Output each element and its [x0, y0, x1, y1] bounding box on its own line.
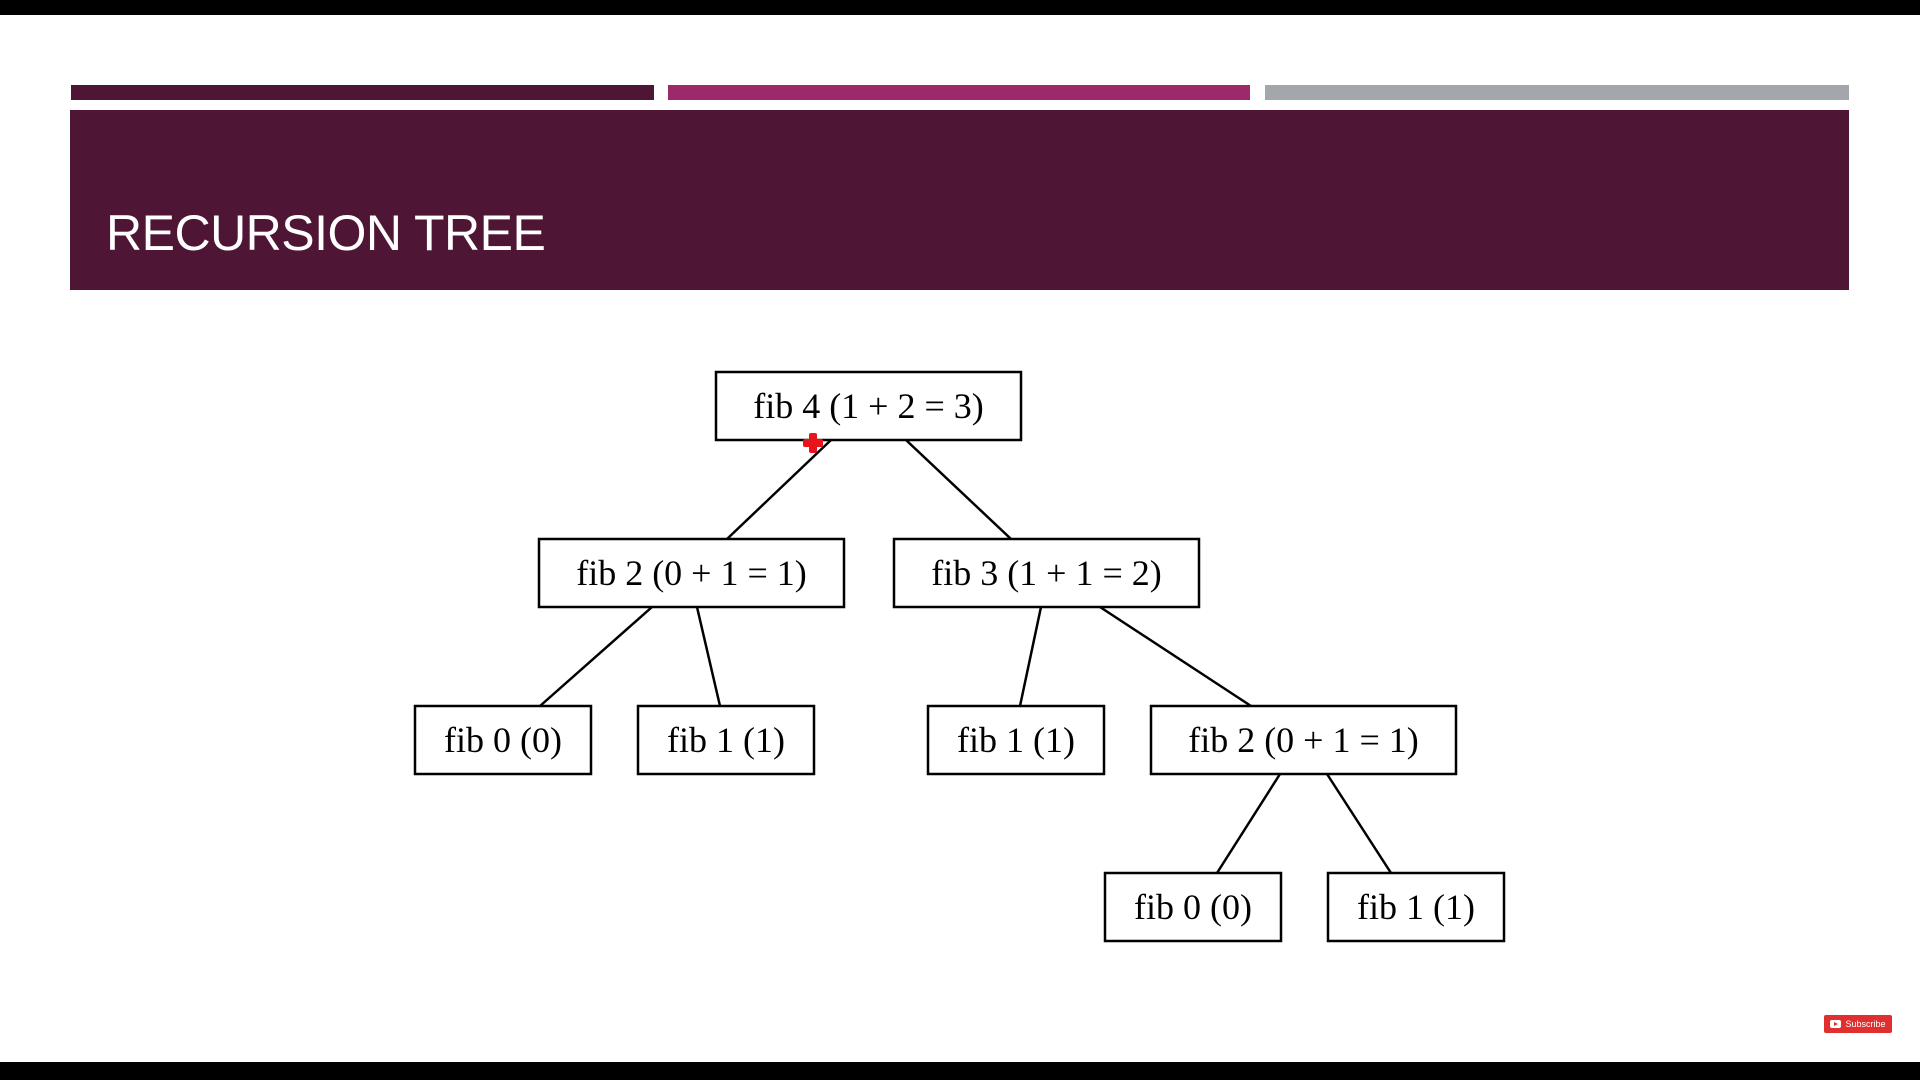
tree-node: fib 1 (1) — [1326, 871, 1506, 943]
tree-edge — [695, 606, 722, 707]
tree-node: fib 2 (0 + 1 = 1) — [537, 537, 846, 609]
tree-node-label: fib 1 (1) — [957, 720, 1075, 760]
recursion-tree-diagram: fib 4 (1 + 2 = 3) fib 2 (0 + 1 = 1) fib 3 … — [413, 370, 1506, 943]
tree-node: fib 0 (0) — [413, 704, 593, 776]
tree-edge — [1215, 773, 1282, 874]
tree-node-label: fib 3 (1 + 1 = 2) — [931, 553, 1162, 593]
tree-node: fib 3 (1 + 1 = 2) — [892, 537, 1201, 609]
tree-edge — [1325, 773, 1393, 874]
tree-node: fib 0 (0) — [1103, 871, 1283, 943]
tree-node-label: fib 1 (1) — [667, 720, 785, 760]
tree-edge — [905, 439, 1012, 540]
subscribe-label: Subscribe — [1845, 1019, 1886, 1029]
tree-node-label: fib 2 (0 + 1 = 1) — [1188, 720, 1419, 760]
subscribe-button[interactable]: Subscribe — [1824, 1015, 1892, 1033]
tree-nodes: fib 4 (1 + 2 = 3) fib 2 (0 + 1 = 1) fib 3 … — [413, 370, 1506, 943]
tree-node-label: fib 0 (0) — [1134, 887, 1252, 927]
tree-node-label: fib 0 (0) — [444, 720, 562, 760]
tree-edge — [1099, 605, 1252, 708]
tree-edge — [539, 606, 653, 707]
tree-node: fib 4 (1 + 2 = 3) — [714, 370, 1023, 442]
tree-node-label: fib 4 (1 + 2 = 3) — [753, 386, 984, 426]
tree-edge — [1018, 606, 1043, 707]
tree-node: fib 1 (1) — [926, 704, 1106, 776]
play-icon — [1830, 1020, 1842, 1028]
tree-node: fib 1 (1) — [636, 704, 816, 776]
tree-node: fib 2 (0 + 1 = 1) — [1149, 704, 1458, 776]
slide: RECURSION TREE fib 4 (1 + 2 = 3) fib 2 (0… — [0, 15, 1920, 1062]
tree-node-label: fib 2 (0 + 1 = 1) — [576, 553, 807, 593]
tree-edges — [539, 439, 1393, 874]
tree-edge — [726, 439, 832, 540]
tree-node-label: fib 1 (1) — [1357, 887, 1475, 927]
